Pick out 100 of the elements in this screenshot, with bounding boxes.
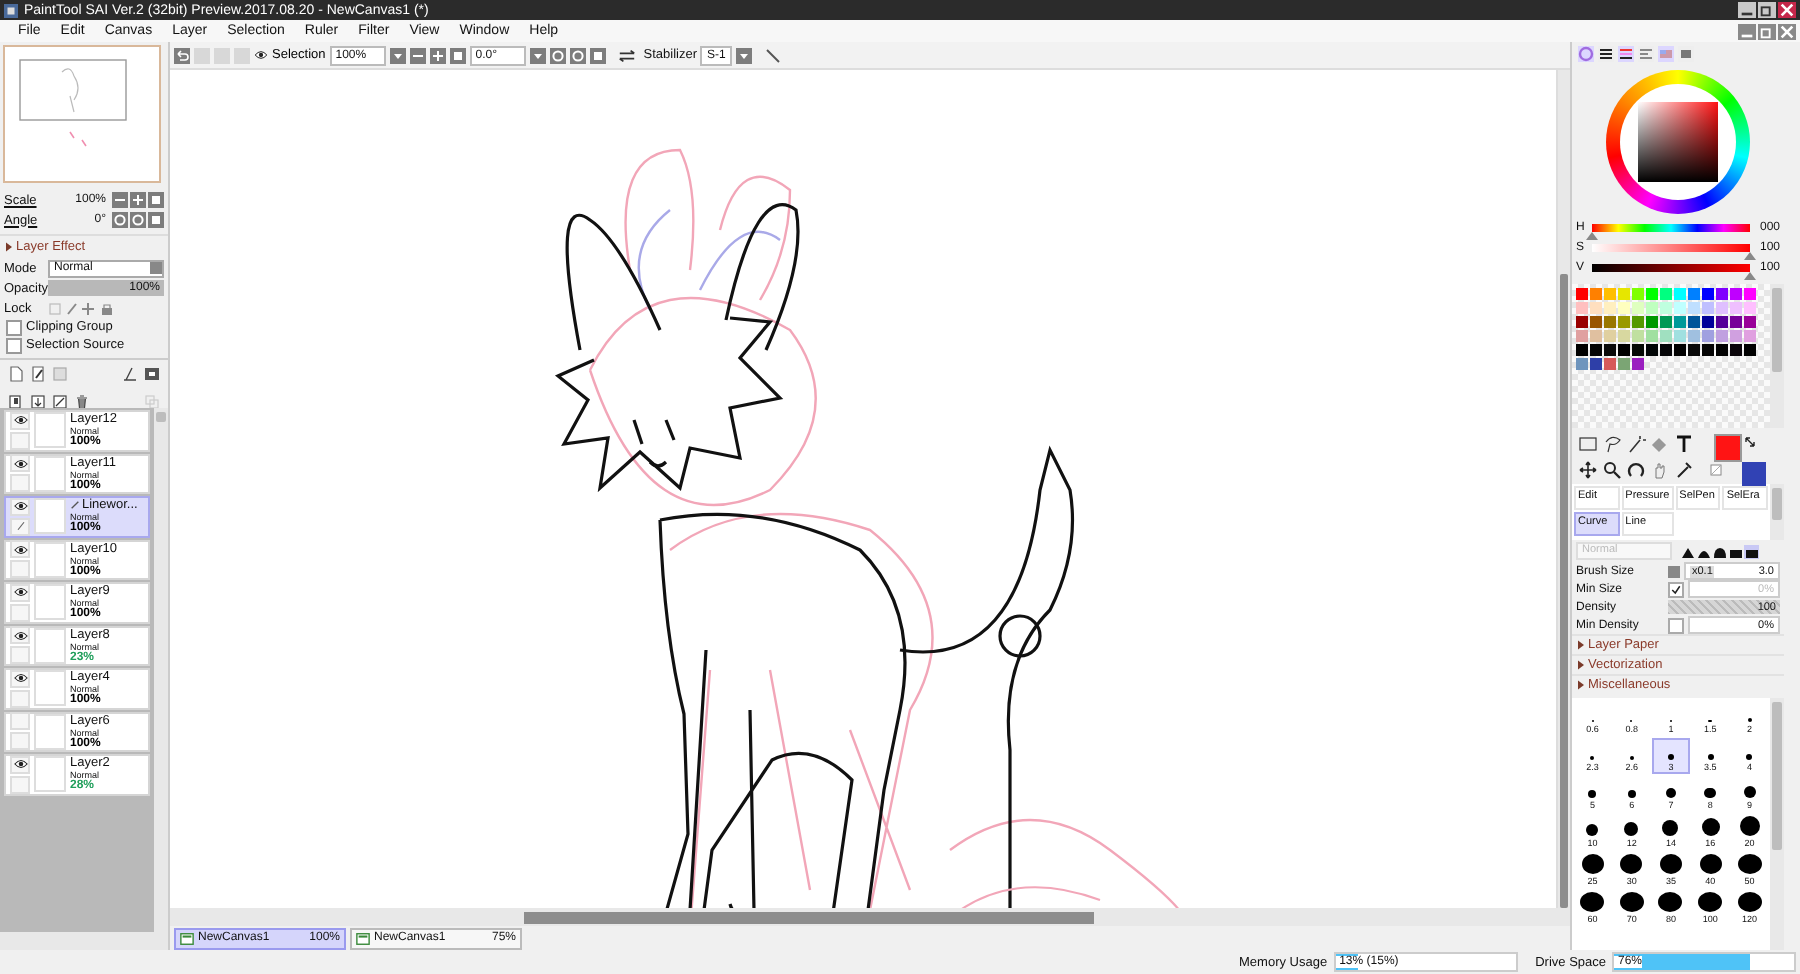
color-swatch[interactable] [1618, 358, 1630, 370]
edit-lock-toggle[interactable] [10, 517, 30, 536]
size-dropdown-button[interactable] [1668, 565, 1680, 577]
pen-angle-icon[interactable] [122, 366, 138, 382]
visibility-toggle[interactable] [10, 669, 30, 688]
slider-thumb[interactable] [1744, 252, 1756, 260]
color-swatch[interactable] [1730, 330, 1742, 342]
saturation-value-square[interactable] [1638, 102, 1718, 182]
color-swatch[interactable] [1576, 358, 1588, 370]
edit-lock-toggle[interactable] [10, 560, 30, 579]
color-swatch[interactable] [1646, 316, 1658, 328]
color-swatch[interactable] [1604, 358, 1616, 370]
reset-angle-button[interactable] [589, 47, 606, 63]
color-swatch[interactable] [1660, 316, 1672, 328]
rotate-left-button[interactable] [549, 47, 566, 63]
background-color[interactable] [1742, 462, 1766, 486]
minimize-button[interactable] [1738, 23, 1756, 39]
color-swatch[interactable] [1618, 316, 1630, 328]
color-swatch[interactable] [1702, 288, 1714, 300]
color-swatch[interactable] [1688, 288, 1700, 300]
restore-button[interactable] [1758, 23, 1776, 39]
restore-button[interactable] [1758, 2, 1776, 18]
magnifier-icon[interactable] [1602, 460, 1622, 480]
minimize-button[interactable] [1738, 2, 1756, 18]
zoom-out-button[interactable] [112, 192, 128, 208]
color-swatch[interactable] [1576, 302, 1588, 314]
reset-zoom-button[interactable] [449, 47, 466, 63]
rotate-icon[interactable] [1626, 460, 1646, 480]
color-swatch[interactable] [1688, 330, 1700, 342]
rotate-right-button[interactable] [569, 47, 586, 63]
color-swatch[interactable] [1730, 302, 1742, 314]
magic-wand-icon[interactable] [1626, 434, 1646, 454]
visibility-toggle[interactable] [10, 712, 30, 731]
color-swatch[interactable] [1716, 330, 1728, 342]
canvas-preview[interactable] [2, 44, 162, 184]
color-swatch[interactable] [1632, 330, 1644, 342]
color-swatch[interactable] [1744, 302, 1756, 314]
rotate-right-button[interactable] [130, 212, 146, 228]
color-swatch[interactable] [1674, 344, 1686, 356]
zoom-in-button[interactable] [429, 47, 446, 63]
close-button[interactable] [1778, 23, 1796, 39]
color-swatch[interactable] [1688, 302, 1700, 314]
color-swatch[interactable] [1646, 288, 1658, 300]
rectangle-select-icon[interactable] [1578, 434, 1598, 454]
stabilizer-dropdown-button[interactable] [736, 47, 753, 63]
color-swatch[interactable] [1576, 344, 1588, 356]
visibility-toggle[interactable] [10, 497, 30, 516]
color-swatch[interactable] [1632, 358, 1644, 370]
color-swatch[interactable] [1604, 302, 1616, 314]
zoom-out-button[interactable] [409, 47, 426, 63]
color-swatch[interactable] [1716, 316, 1728, 328]
color-swatch[interactable] [1660, 288, 1672, 300]
checkbox[interactable] [6, 319, 22, 335]
new-linework-layer-icon[interactable] [30, 366, 46, 382]
visibility-toggle[interactable] [10, 411, 30, 430]
color-swatch[interactable] [1688, 316, 1700, 328]
clear-layer-icon[interactable] [52, 394, 68, 410]
color-swatch[interactable] [1618, 302, 1630, 314]
scratchpad-icon[interactable] [1678, 46, 1694, 62]
copy-layer-icon[interactable] [8, 394, 24, 410]
close-button[interactable] [1778, 2, 1796, 18]
color-swatch[interactable] [1576, 330, 1588, 342]
color-swatch[interactable] [1604, 344, 1616, 356]
brush-shape-icons-drawing[interactable] [1680, 543, 1760, 559]
color-swatch[interactable] [1674, 316, 1686, 328]
color-swatch[interactable] [1604, 316, 1616, 328]
color-swatch[interactable] [1632, 316, 1644, 328]
new-layer-icon[interactable] [8, 366, 24, 382]
visibility-toggle[interactable] [10, 626, 30, 645]
color-swatch[interactable] [1646, 344, 1658, 356]
color-swatch[interactable] [1590, 344, 1602, 356]
lock-icons-drawing[interactable] [48, 301, 116, 315]
scrollbar[interactable] [0, 932, 168, 950]
color-swatch[interactable] [1590, 302, 1602, 314]
checkbox[interactable] [6, 337, 22, 353]
color-swatch[interactable] [1632, 344, 1644, 356]
color-swatch[interactable] [1674, 302, 1686, 314]
color-swatch[interactable] [1590, 330, 1602, 342]
edit-lock-toggle[interactable] [10, 474, 30, 493]
color-swatch[interactable] [1702, 302, 1714, 314]
color-swatch[interactable] [1590, 316, 1602, 328]
color-swatch[interactable] [1702, 330, 1714, 342]
reset-zoom-button[interactable] [148, 192, 164, 208]
color-swatch[interactable] [1646, 330, 1658, 342]
color-swatch[interactable] [1660, 330, 1672, 342]
color-swatch[interactable] [1744, 330, 1756, 342]
rgb-sliders-icon[interactable] [1598, 46, 1614, 62]
color-swatch[interactable] [1730, 316, 1742, 328]
eyedropper-icon[interactable] [1674, 460, 1694, 480]
invert-selection-button[interactable] [234, 47, 250, 63]
visibility-toggle[interactable] [10, 454, 30, 473]
color-swatch[interactable] [1744, 316, 1756, 328]
scrollbar[interactable] [1770, 284, 1784, 428]
color-swatch[interactable] [1618, 344, 1630, 356]
color-swatch[interactable] [1590, 288, 1602, 300]
reset-angle-button[interactable] [148, 212, 164, 228]
scrollbar[interactable] [1770, 484, 1784, 540]
rotate-left-button[interactable] [112, 212, 128, 228]
zoom-in-button[interactable] [130, 192, 146, 208]
merge-down-icon[interactable] [30, 394, 46, 410]
